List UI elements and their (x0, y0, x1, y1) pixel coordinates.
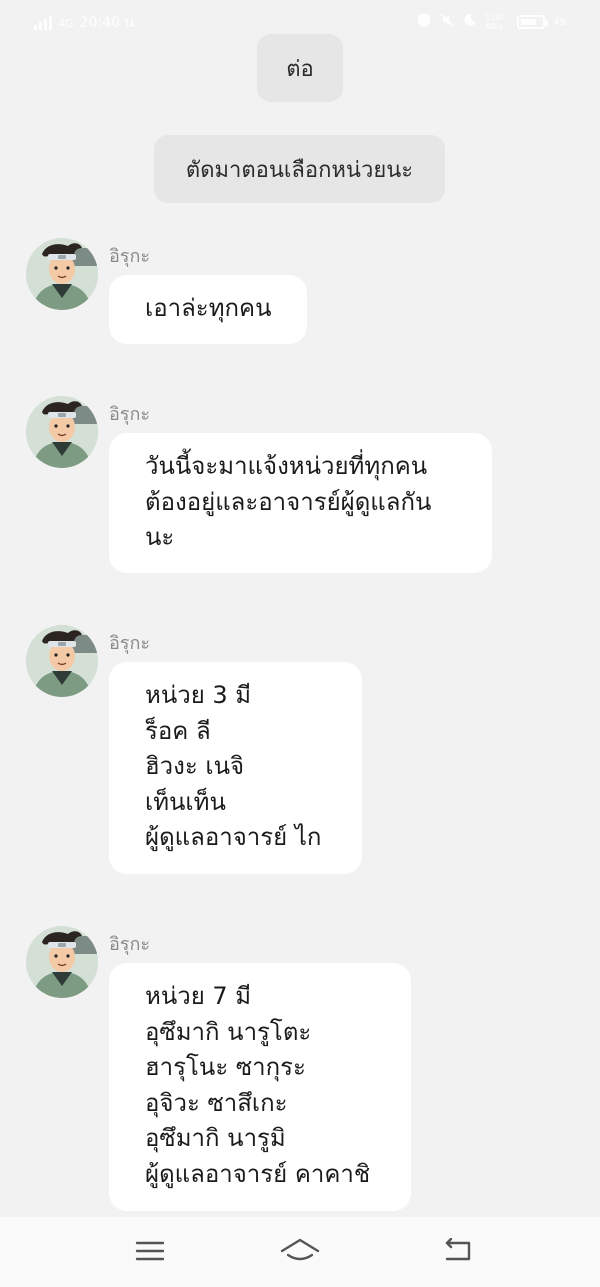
battery-level: 49 (553, 16, 566, 28)
system-message-text: ตัดมาตอนเลือกหน่วยนะ (185, 157, 414, 183)
sender-name: อิรุกะ (109, 246, 151, 267)
message-bubble[interactable]: เอาล่ะทุกคน (109, 275, 307, 344)
clock: 20:40 น. (79, 15, 139, 31)
avatar[interactable] (26, 238, 98, 310)
system-message-text: ต่อ (286, 56, 314, 82)
network-speed: 1.00 KB/s (485, 13, 504, 31)
network-label: 4G (58, 16, 74, 30)
menu-button[interactable] (130, 1233, 170, 1273)
battery-icon (517, 15, 549, 29)
moon-icon (463, 13, 477, 31)
avatar[interactable] (26, 926, 98, 998)
back-button[interactable] (437, 1233, 477, 1273)
sender-name: อิรุกะ (109, 934, 151, 955)
menu-icon (135, 1239, 165, 1267)
system-message: ต่อ (257, 34, 343, 102)
avatar[interactable] (26, 625, 98, 697)
mute-icon (439, 12, 455, 32)
avatar[interactable] (26, 396, 98, 468)
home-button[interactable] (280, 1233, 320, 1273)
message-bubble[interactable]: หน่วย 7 มี อุซึมากิ นารูโตะ ฮารุโนะ ซากุ… (109, 963, 411, 1211)
status-right: 1.00 KB/s 49 (417, 12, 566, 32)
shield-icon (417, 12, 431, 32)
back-icon (441, 1237, 473, 1268)
signal-icon (34, 16, 52, 30)
message-bubble[interactable]: วันนี้จะมาแจ้งหน่วยที่ทุกคน ต้องอยู่และอ… (109, 433, 492, 573)
home-icon (280, 1237, 320, 1269)
message-bubble[interactable]: หน่วย 3 มี ร็อค ลี ฮิวงะ เนจิ เท็นเท็น ผ… (109, 662, 362, 874)
sender-name: อิรุกะ (109, 404, 151, 425)
navigation-bar (0, 1217, 600, 1287)
status-left: 4G 20:40 น. (34, 12, 138, 34)
system-message: ตัดมาตอนเลือกหน่วยนะ (154, 135, 445, 203)
sender-name: อิรุกะ (109, 633, 151, 654)
